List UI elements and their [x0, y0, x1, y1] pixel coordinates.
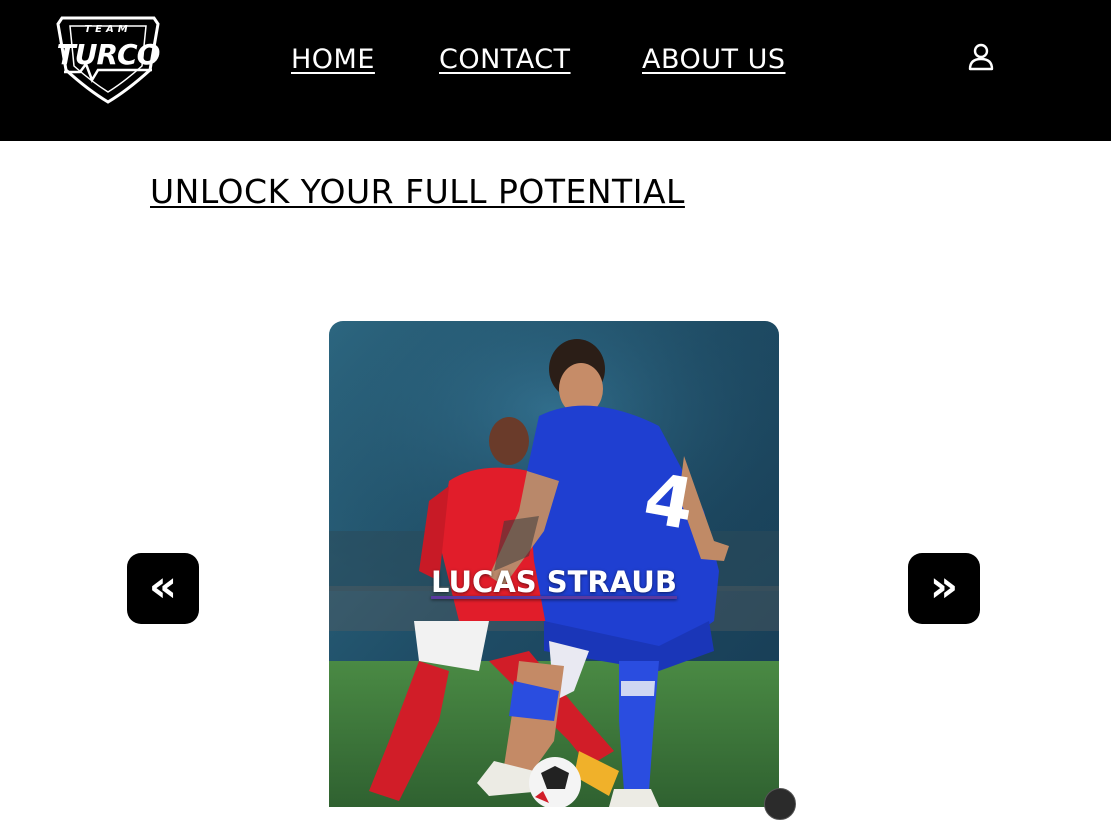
nav-about-us[interactable]: ABOUT US [642, 44, 786, 75]
nav-contact[interactable]: CONTACT [439, 44, 571, 75]
carousel-prev-button[interactable]: « [127, 553, 199, 624]
logo-top-text: TEAM [84, 24, 132, 35]
chevron-double-left-icon: « [148, 561, 178, 612]
page-headline: UNLOCK YOUR FULL POTENTIAL [150, 172, 685, 211]
user-icon[interactable] [966, 42, 996, 72]
player-name[interactable]: LUCAS STRAUB [329, 565, 779, 599]
player-photo: 4 [329, 321, 779, 807]
carousel-next-button[interactable]: » [908, 553, 980, 624]
site-header: TEAM TURCO HOME CONTACT ABOUT US [0, 0, 1111, 141]
team-logo[interactable]: TEAM TURCO [50, 10, 166, 108]
scroll-indicator[interactable] [764, 788, 796, 820]
chevron-double-right-icon: » [929, 561, 959, 612]
player-card[interactable]: 4 LUCAS STRAUB [329, 321, 779, 807]
nav-home[interactable]: HOME [291, 44, 375, 75]
logo-main-text: TURCO [56, 38, 161, 71]
